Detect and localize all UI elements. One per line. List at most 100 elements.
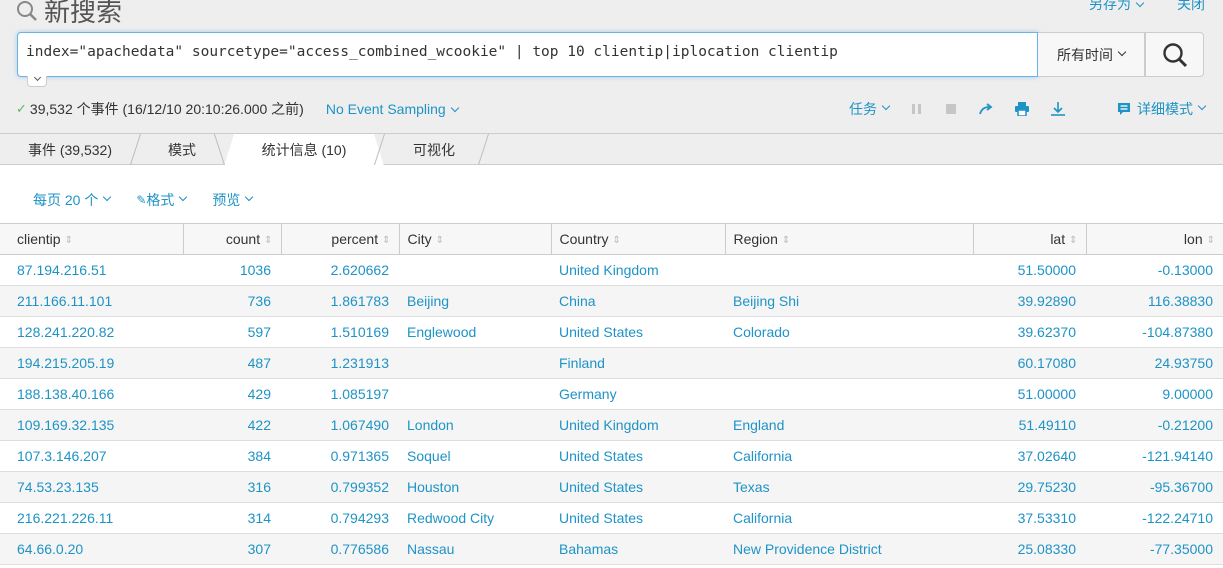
cell-country[interactable]: United Kingdom [551, 254, 725, 286]
cell-city[interactable]: London [399, 409, 551, 441]
cell-lon[interactable]: -104.87380 [1086, 316, 1223, 348]
preview-menu[interactable]: 预览 [212, 190, 254, 210]
cell-clientip[interactable]: 64.66.0.20 [0, 533, 183, 565]
cell-region[interactable]: Colorado [725, 316, 973, 348]
time-range-picker[interactable]: 所有时间 [1038, 32, 1145, 77]
column-header-percent[interactable]: percent ⇕ [280, 223, 399, 255]
column-header-country[interactable]: Country ⇕ [550, 223, 725, 255]
close-button[interactable]: 关闭 [1177, 0, 1205, 14]
stop-button[interactable] [945, 103, 957, 115]
tab-visualization[interactable]: 可视化 [390, 134, 478, 165]
cell-clientip[interactable]: 109.169.32.135 [0, 409, 183, 441]
cell-lon[interactable]: 116.38830 [1086, 285, 1223, 317]
cell-lon[interactable]: -0.21200 [1086, 409, 1223, 441]
cell-country[interactable]: United States [551, 471, 725, 503]
cell-city[interactable]: Beijing [399, 285, 551, 317]
column-header-region[interactable]: Region ⇕ [724, 223, 973, 255]
cell-city[interactable] [399, 254, 551, 286]
cell-lon[interactable]: -122.24710 [1086, 502, 1223, 534]
column-header-city[interactable]: City ⇕ [398, 223, 551, 255]
tab-events[interactable]: 事件 (39,532) [0, 134, 140, 165]
column-header-lat[interactable]: lat ⇕ [972, 223, 1086, 255]
cell-country[interactable]: China [551, 285, 725, 317]
cell-lon[interactable]: -121.94140 [1086, 440, 1223, 472]
event-sampling-menu[interactable]: No Event Sampling [326, 101, 459, 117]
cell-percent[interactable]: 0.799352 [281, 471, 399, 503]
print-button[interactable] [1015, 102, 1029, 116]
cell-lon[interactable]: -0.13000 [1086, 254, 1223, 286]
cell-country[interactable]: United Kingdom [551, 409, 725, 441]
cell-count[interactable]: 429 [183, 378, 281, 410]
cell-lon[interactable]: -77.35000 [1086, 533, 1223, 565]
cell-percent[interactable]: 0.794293 [281, 502, 399, 534]
format-menu[interactable]: ✎ 格式 [136, 190, 188, 210]
cell-lat[interactable]: 51.50000 [973, 254, 1086, 286]
save-as-menu[interactable]: 另存为 [1089, 0, 1145, 14]
cell-clientip[interactable]: 128.241.220.82 [0, 316, 183, 348]
cell-clientip[interactable]: 74.53.23.135 [0, 471, 183, 503]
cell-country[interactable]: Bahamas [551, 533, 725, 565]
cell-percent[interactable]: 1.861783 [281, 285, 399, 317]
cell-count[interactable]: 736 [183, 285, 281, 317]
cell-city[interactable] [399, 378, 551, 410]
cell-country[interactable]: United States [551, 316, 725, 348]
column-header-lon[interactable]: lon ⇕ [1085, 223, 1223, 255]
cell-count[interactable]: 316 [183, 471, 281, 503]
cell-region[interactable] [725, 378, 973, 410]
cell-percent[interactable]: 2.620662 [281, 254, 399, 286]
job-menu[interactable]: 任务 [849, 99, 891, 119]
cell-lat[interactable]: 37.53310 [973, 502, 1086, 534]
cell-lat[interactable]: 51.49110 [973, 409, 1086, 441]
cell-count[interactable]: 422 [183, 409, 281, 441]
cell-country[interactable]: United States [551, 502, 725, 534]
cell-city[interactable]: Nassau [399, 533, 551, 565]
cell-city[interactable]: Houston [399, 471, 551, 503]
cell-city[interactable]: Redwood City [399, 502, 551, 534]
cell-count[interactable]: 307 [183, 533, 281, 565]
cell-lon[interactable]: 24.93750 [1086, 347, 1223, 379]
share-button[interactable] [979, 103, 993, 115]
cell-percent[interactable]: 0.776586 [281, 533, 399, 565]
cell-count[interactable]: 597 [183, 316, 281, 348]
cell-clientip[interactable]: 107.3.146.207 [0, 440, 183, 472]
tab-patterns[interactable]: 模式 [146, 134, 218, 165]
expand-query-toggle[interactable] [27, 73, 47, 87]
cell-city[interactable]: Soquel [399, 440, 551, 472]
cell-clientip[interactable]: 87.194.216.51 [0, 254, 183, 286]
cell-count[interactable]: 314 [183, 502, 281, 534]
export-button[interactable] [1051, 102, 1065, 116]
tab-statistics[interactable]: 统计信息 (10) [224, 134, 384, 166]
cell-region[interactable] [725, 347, 973, 379]
cell-clientip[interactable]: 194.215.205.19 [0, 347, 183, 379]
cell-lon[interactable]: 9.00000 [1086, 378, 1223, 410]
cell-percent[interactable]: 1.510169 [281, 316, 399, 348]
column-header-count[interactable]: count ⇕ [182, 223, 281, 255]
search-button[interactable] [1145, 32, 1204, 77]
cell-city[interactable]: Englewood [399, 316, 551, 348]
cell-region[interactable]: Beijing Shi [725, 285, 973, 317]
cell-region[interactable]: California [725, 440, 973, 472]
cell-clientip[interactable]: 211.166.11.101 [0, 285, 183, 317]
rows-per-page-menu[interactable]: 每页 20 个 [33, 190, 112, 210]
cell-percent[interactable]: 1.085197 [281, 378, 399, 410]
cell-count[interactable]: 1036 [183, 254, 281, 286]
cell-count[interactable]: 487 [183, 347, 281, 379]
cell-lon[interactable]: -95.36700 [1086, 471, 1223, 503]
cell-region[interactable]: Texas [725, 471, 973, 503]
cell-count[interactable]: 384 [183, 440, 281, 472]
pause-button[interactable] [911, 103, 923, 115]
cell-lat[interactable]: 39.92890 [973, 285, 1086, 317]
column-header-clientip[interactable]: clientip ⇕ [0, 223, 183, 255]
cell-percent[interactable]: 0.971365 [281, 440, 399, 472]
cell-region[interactable]: California [725, 502, 973, 534]
search-query-input[interactable]: index="apachedata" sourcetype="access_co… [17, 32, 1038, 77]
cell-country[interactable]: Finland [551, 347, 725, 379]
cell-city[interactable] [399, 347, 551, 379]
cell-lat[interactable]: 39.62370 [973, 316, 1086, 348]
cell-lat[interactable]: 60.17080 [973, 347, 1086, 379]
cell-lat[interactable]: 37.02640 [973, 440, 1086, 472]
cell-percent[interactable]: 1.231913 [281, 347, 399, 379]
cell-clientip[interactable]: 188.138.40.166 [0, 378, 183, 410]
cell-country[interactable]: Germany [551, 378, 725, 410]
cell-percent[interactable]: 1.067490 [281, 409, 399, 441]
